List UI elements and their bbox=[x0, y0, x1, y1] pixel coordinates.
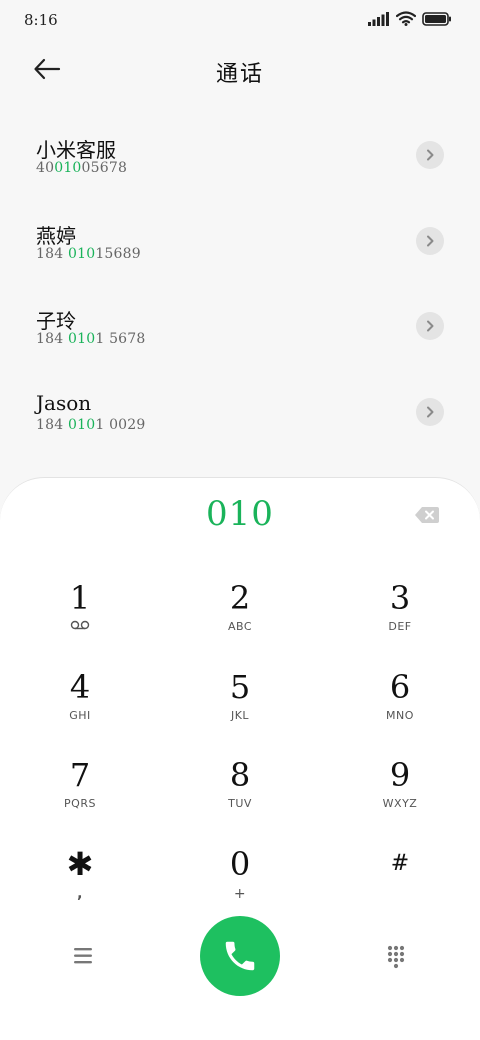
contact-name: 燕婷 bbox=[36, 223, 76, 248]
contact-number: 184 0101 5678 bbox=[36, 331, 146, 347]
key-digit: 9 bbox=[389, 756, 411, 794]
key-letters: MNO bbox=[386, 709, 414, 722]
contact-details-button[interactable] bbox=[416, 312, 444, 340]
key-letters bbox=[20, 620, 140, 634]
key-8[interactable]: 8 TUV bbox=[180, 755, 300, 835]
key-letters: ABC bbox=[227, 620, 253, 633]
dialed-number[interactable]: 010 bbox=[0, 494, 480, 534]
key-4[interactable]: 4 GHI bbox=[20, 667, 140, 747]
number-match: 010 bbox=[67, 245, 96, 262]
contact-details-button[interactable] bbox=[416, 397, 444, 426]
number-suffix: 1 0029 bbox=[95, 416, 146, 433]
contact-number: 184 01015689 bbox=[36, 246, 141, 262]
number-match: 010 bbox=[67, 331, 96, 347]
chevron-right-icon bbox=[427, 406, 434, 417]
key-digit: 7 bbox=[69, 756, 91, 794]
key-7[interactable]: 7 PQRS bbox=[20, 755, 140, 835]
keypad-toggle-button[interactable] bbox=[386, 944, 406, 970]
contact-details-button[interactable] bbox=[416, 226, 444, 255]
menu-button[interactable] bbox=[72, 945, 96, 967]
voicemail-icon bbox=[70, 620, 90, 630]
key-letters: DEF bbox=[388, 620, 412, 633]
key-letters: JKL bbox=[230, 709, 250, 722]
contact-list: 小米客服 4001005678 燕婷 184 01015689 子玲 184 0… bbox=[0, 112, 480, 454]
contact-details-button[interactable] bbox=[416, 141, 444, 169]
number-prefix: 184 bbox=[36, 245, 68, 262]
battery-icon bbox=[422, 11, 451, 26]
dialpad-panel: 010 1 2 ABC 3 DEF 4 GHI 5 JKL 6 MNO 7 PQ… bbox=[0, 477, 480, 1040]
key-letters: + bbox=[233, 886, 247, 902]
chevron-right-icon bbox=[427, 149, 434, 161]
key-hash[interactable]: # bbox=[340, 844, 460, 924]
key-letters: , bbox=[77, 886, 83, 902]
backspace-button[interactable] bbox=[414, 505, 440, 525]
contact-item[interactable]: 子玲 184 0101 5678 bbox=[0, 283, 480, 369]
number-prefix: 184 bbox=[36, 331, 68, 347]
key-digit: 8 bbox=[229, 756, 251, 794]
wifi-icon bbox=[396, 11, 416, 26]
status-time: 8:16 bbox=[24, 11, 58, 29]
key-letters: GHI bbox=[69, 709, 91, 722]
key-9[interactable]: 9 WXYZ bbox=[340, 755, 460, 835]
contact-number: 4001005678 bbox=[36, 160, 127, 176]
contact-number: 184 0101 0029 bbox=[36, 417, 146, 433]
keypad-icon bbox=[387, 945, 405, 969]
key-digit: 6 bbox=[389, 668, 411, 706]
number-suffix: 05678 bbox=[81, 160, 128, 176]
key-digit: # bbox=[390, 851, 410, 876]
status-bar: 8:16 bbox=[0, 0, 480, 40]
contact-item[interactable]: 小米客服 4001005678 bbox=[0, 112, 480, 198]
key-letters: TUV bbox=[228, 797, 252, 810]
status-icons bbox=[368, 11, 452, 26]
key-6[interactable]: 6 MNO bbox=[340, 667, 460, 747]
backspace-icon bbox=[415, 507, 439, 523]
key-letters bbox=[340, 886, 460, 900]
signal-icon bbox=[368, 11, 389, 26]
key-digit: 2 bbox=[229, 579, 251, 617]
chevron-right-icon bbox=[427, 235, 434, 246]
number-prefix: 184 bbox=[36, 416, 68, 433]
number-match: 010 bbox=[67, 416, 96, 433]
key-letters: PQRS bbox=[64, 797, 96, 810]
key-3[interactable]: 3 DEF bbox=[340, 578, 460, 658]
key-letters: WXYZ bbox=[382, 797, 418, 810]
key-digit: ✱ bbox=[66, 845, 94, 883]
phone-icon bbox=[225, 941, 255, 971]
key-2[interactable]: 2 ABC bbox=[180, 578, 300, 658]
key-digit: 1 bbox=[69, 579, 91, 617]
key-5[interactable]: 5 JKL bbox=[180, 667, 300, 747]
chevron-right-icon bbox=[427, 320, 434, 332]
number-suffix: 1 5678 bbox=[95, 331, 146, 347]
number-match: 010 bbox=[54, 160, 82, 176]
number-prefix: 40 bbox=[36, 160, 55, 176]
contact-item[interactable]: Jason 184 0101 0029 bbox=[0, 369, 480, 455]
contact-name: Jason bbox=[36, 390, 92, 415]
contact-name: 小米客服 bbox=[36, 138, 116, 162]
key-star[interactable]: ✱ , bbox=[20, 844, 140, 924]
header: 通话 bbox=[0, 40, 480, 100]
menu-icon bbox=[74, 948, 92, 964]
call-button[interactable] bbox=[200, 916, 280, 996]
key-1[interactable]: 1 bbox=[20, 578, 140, 658]
page-title: 通话 bbox=[215, 62, 264, 87]
key-0[interactable]: 0 + bbox=[180, 844, 300, 924]
key-digit: 3 bbox=[389, 579, 411, 617]
bottom-action-bar bbox=[0, 916, 480, 996]
contact-name: 子玲 bbox=[36, 309, 76, 333]
number-suffix: 15689 bbox=[95, 245, 141, 262]
key-digit: 5 bbox=[229, 668, 251, 706]
key-digit: 0 bbox=[229, 845, 251, 883]
key-digit: 4 bbox=[69, 668, 91, 706]
contact-item[interactable]: 燕婷 184 01015689 bbox=[0, 198, 480, 284]
